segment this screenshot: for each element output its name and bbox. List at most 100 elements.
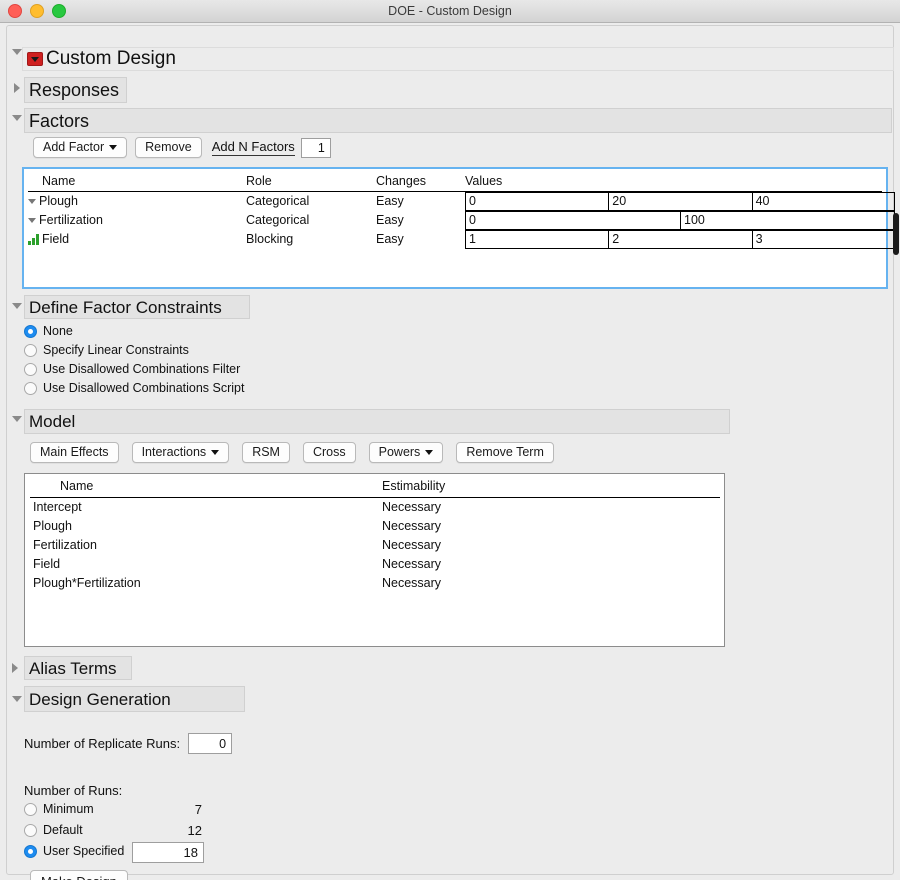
- model-table-header: Name Estimability: [30, 477, 720, 498]
- section-header-design-generation[interactable]: Design Generation: [24, 686, 245, 712]
- interactions-button[interactable]: Interactions: [131, 442, 230, 463]
- define-factor-constraints-label: Define Factor Constraints: [29, 297, 222, 317]
- maximize-button[interactable]: [52, 4, 66, 18]
- model-term-estimability[interactable]: Necessary: [382, 519, 441, 533]
- radio-icon[interactable]: [24, 823, 37, 837]
- traffic-lights: [8, 4, 66, 18]
- factor-role-cell[interactable]: Blocking: [246, 232, 293, 246]
- user-specified-runs-input[interactable]: [132, 842, 204, 863]
- radio-disallowed-combinations-filter-label: Use Disallowed Combinations Filter: [43, 362, 241, 376]
- table-row[interactable]: Intercept Necessary: [30, 498, 720, 517]
- section-header-model[interactable]: Model: [24, 409, 730, 434]
- radio-minimum-runs[interactable]: Minimum: [24, 802, 94, 816]
- add-n-factors-link[interactable]: Add N Factors: [211, 139, 295, 156]
- cross-button[interactable]: Cross: [302, 442, 356, 463]
- minimize-button[interactable]: [30, 4, 44, 18]
- triangle-down-icon: [12, 303, 22, 309]
- section-header-alias-terms[interactable]: Alias Terms: [24, 656, 132, 680]
- factor-value-cell[interactable]: 0: [465, 192, 609, 211]
- close-button[interactable]: [8, 4, 22, 18]
- make-design-button[interactable]: Make Design: [30, 870, 128, 880]
- vertical-scrollbar-thumb[interactable]: [893, 213, 899, 255]
- factor-name-cell[interactable]: Fertilization: [28, 213, 103, 227]
- table-row[interactable]: Field Necessary: [30, 555, 720, 574]
- section-header-responses[interactable]: Responses: [24, 77, 127, 103]
- model-term-estimability[interactable]: Necessary: [382, 538, 441, 552]
- radio-specify-linear-constraints[interactable]: Specify Linear Constraints: [24, 343, 189, 357]
- factor-role-cell[interactable]: Categorical: [246, 194, 309, 208]
- triangle-down-icon[interactable]: [28, 217, 36, 223]
- table-row[interactable]: Plough Necessary: [30, 517, 720, 536]
- factor-value-cell[interactable]: 2: [608, 230, 752, 249]
- factor-value-cell[interactable]: 20: [608, 192, 752, 211]
- doe-custom-design-window: DOE - Custom Design Custom Design Respon…: [0, 0, 900, 880]
- remove-term-button[interactable]: Remove Term: [456, 442, 554, 463]
- factor-changes-cell[interactable]: Easy: [376, 232, 404, 246]
- table-row[interactable]: Plough Categorical Easy 0 20 40: [28, 192, 895, 211]
- remove-term-label: Remove Term: [466, 445, 544, 459]
- radio-disallowed-combinations-filter[interactable]: Use Disallowed Combinations Filter: [24, 362, 240, 376]
- factor-changes-cell[interactable]: Easy: [376, 213, 404, 227]
- replicate-runs-input[interactable]: [188, 733, 233, 754]
- section-header-factors[interactable]: Factors: [24, 108, 892, 133]
- radio-icon[interactable]: [24, 844, 37, 858]
- radio-none[interactable]: None: [24, 324, 73, 338]
- column-header-estimability: Estimability: [382, 479, 446, 493]
- column-header-name: Name: [42, 174, 76, 188]
- custom-design-disclosure[interactable]: [12, 49, 22, 55]
- model-term-estimability[interactable]: Necessary: [382, 500, 441, 514]
- table-row[interactable]: Field Blocking Easy 1 2 3: [28, 230, 895, 249]
- table-row[interactable]: Plough*Fertilization Necessary: [30, 574, 720, 593]
- main-effects-button[interactable]: Main Effects: [30, 442, 119, 463]
- factors-disclosure[interactable]: [12, 115, 22, 121]
- constraints-disclosure[interactable]: [12, 303, 22, 309]
- factor-name-cell[interactable]: Field: [28, 232, 69, 246]
- radio-icon[interactable]: [24, 324, 37, 338]
- chevron-down-icon: [109, 145, 118, 150]
- model-term-name: Fertilization: [33, 538, 97, 552]
- radio-disallowed-combinations-script-label: Use Disallowed Combinations Script: [43, 381, 245, 395]
- radio-disallowed-combinations-script[interactable]: Use Disallowed Combinations Script: [24, 381, 244, 395]
- red-menu-icon[interactable]: [27, 52, 43, 66]
- alias-terms-disclosure[interactable]: [12, 663, 18, 673]
- factor-value-cell[interactable]: 40: [751, 192, 895, 211]
- custom-design-header[interactable]: Custom Design: [22, 47, 894, 71]
- factor-changes-cell[interactable]: Easy: [376, 194, 404, 208]
- add-factor-button[interactable]: Add Factor: [33, 137, 128, 158]
- factor-value-cell[interactable]: 0: [465, 211, 680, 230]
- radio-icon[interactable]: [24, 362, 37, 376]
- factor-value-cell[interactable]: 1: [465, 230, 609, 249]
- custom-design-title: Custom Design: [46, 48, 176, 69]
- remove-factor-button[interactable]: Remove: [135, 137, 202, 158]
- factor-name-label: Fertilization: [39, 213, 103, 227]
- table-row[interactable]: Fertilization Necessary: [30, 536, 720, 555]
- radio-icon[interactable]: [24, 381, 37, 395]
- factors-table[interactable]: Name Role Changes Values Plough Categori…: [22, 167, 895, 289]
- radio-icon[interactable]: [24, 343, 37, 357]
- factor-name-cell[interactable]: Plough: [28, 194, 78, 208]
- powers-button[interactable]: Powers: [368, 442, 444, 463]
- responses-disclosure[interactable]: [14, 83, 20, 93]
- triangle-down-icon[interactable]: [28, 198, 36, 204]
- model-table[interactable]: Name Estimability Intercept Necessary Pl…: [24, 473, 725, 647]
- window-title-bar: DOE - Custom Design: [0, 0, 900, 23]
- model-term-estimability[interactable]: Necessary: [382, 557, 441, 571]
- section-header-define-factor-constraints[interactable]: Define Factor Constraints: [24, 295, 250, 319]
- make-design-label: Make Design: [41, 874, 117, 880]
- rsm-button[interactable]: RSM: [242, 442, 290, 463]
- replicate-runs-row: Number of Replicate Runs:: [24, 733, 233, 754]
- table-row[interactable]: Fertilization Categorical Easy 0 100: [28, 211, 895, 230]
- model-disclosure[interactable]: [12, 416, 22, 422]
- factor-value-cell[interactable]: 100: [680, 211, 895, 230]
- factor-value-cell[interactable]: 3: [751, 230, 895, 249]
- factor-role-cell[interactable]: Categorical: [246, 213, 309, 227]
- main-effects-label: Main Effects: [40, 445, 109, 459]
- radio-icon[interactable]: [24, 802, 37, 816]
- design-generation-disclosure[interactable]: [12, 696, 22, 702]
- add-n-factors-input[interactable]: [300, 137, 331, 158]
- radio-default-runs[interactable]: Default: [24, 823, 83, 837]
- model-term-name: Intercept: [33, 500, 82, 514]
- column-header-role: Role: [246, 174, 272, 188]
- model-term-estimability[interactable]: Necessary: [382, 576, 441, 590]
- radio-user-specified-runs[interactable]: User Specified: [24, 844, 124, 858]
